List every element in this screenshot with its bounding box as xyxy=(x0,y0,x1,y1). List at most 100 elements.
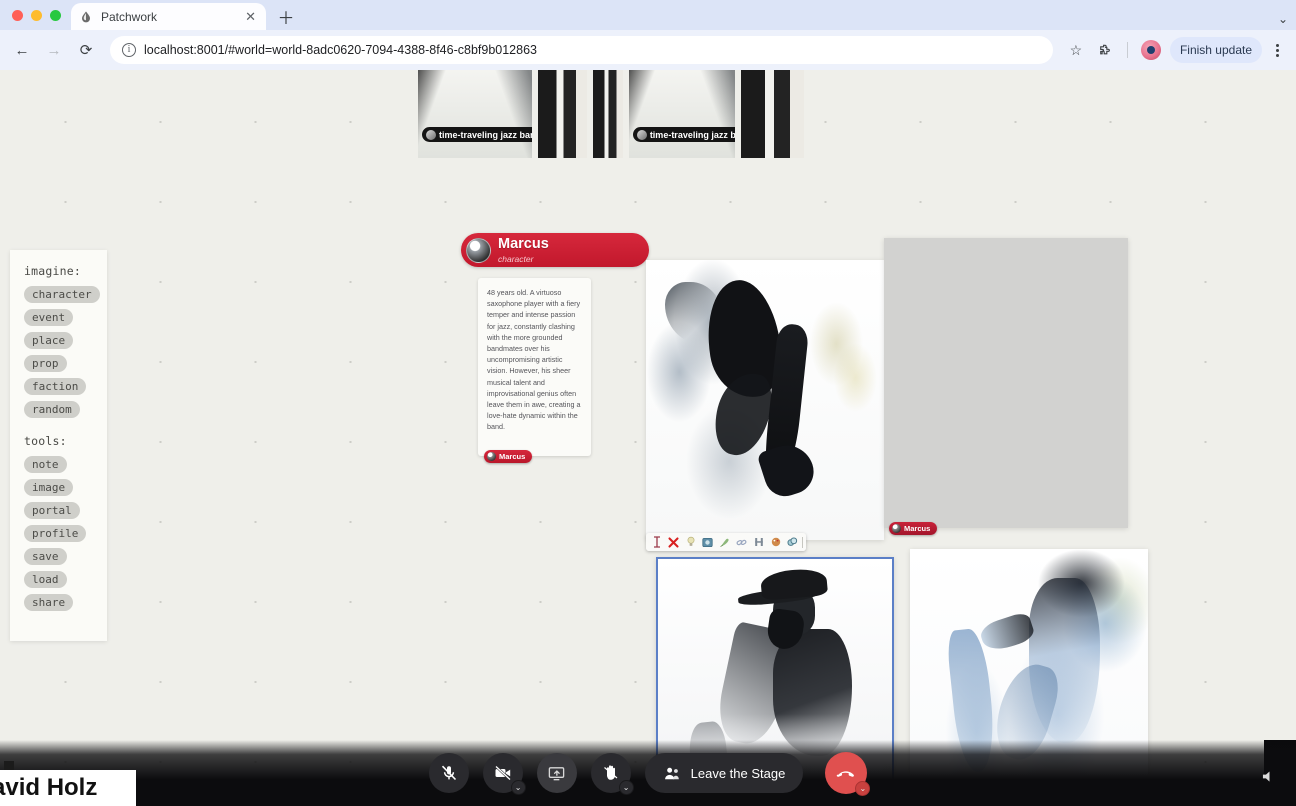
columns-icon[interactable] xyxy=(751,535,766,550)
thumbnail-tile[interactable]: time-traveling jazz band xyxy=(418,70,532,158)
patchwork-drop-icon xyxy=(79,10,93,24)
thumbnail-tile[interactable] xyxy=(538,70,587,158)
participant-thumbnail-strip: time-traveling jazz band time-traveling … xyxy=(418,70,804,158)
character-card-marcus[interactable]: Marcus character 48 years old. A virtuos… xyxy=(461,233,649,267)
character-card-header[interactable]: Marcus character xyxy=(461,233,649,267)
thumbnail-tile[interactable] xyxy=(741,70,804,158)
end-call-button[interactable]: ⌄ xyxy=(825,752,867,794)
status-badge: Marcus xyxy=(889,522,937,535)
paintbrush-icon[interactable] xyxy=(717,535,732,550)
image-frame-icon[interactable] xyxy=(700,535,715,550)
lightbulb-icon[interactable] xyxy=(683,535,698,550)
camera-muted-icon[interactable]: ⌄ xyxy=(483,753,523,793)
delete-x-icon[interactable] xyxy=(666,535,681,550)
status-badge-label: Marcus xyxy=(904,524,930,533)
character-card-titles: Marcus character xyxy=(498,237,549,263)
character-name: Marcus xyxy=(498,237,549,252)
thumbnail-label-text: time-traveling jazz band xyxy=(439,130,532,140)
window-maximize-button[interactable] xyxy=(50,10,61,21)
chevron-down-icon[interactable]: ⌄ xyxy=(619,780,634,795)
finish-update-button[interactable]: Finish update xyxy=(1170,37,1262,63)
close-icon[interactable]: ✕ xyxy=(243,10,258,23)
finish-update-label: Finish update xyxy=(1180,43,1252,57)
status-badge-label: Marcus xyxy=(499,452,525,461)
avatar xyxy=(637,130,647,140)
palette-icon[interactable] xyxy=(768,535,783,550)
status-badge: Marcus xyxy=(484,450,532,463)
chevron-down-icon[interactable]: ⌄ xyxy=(1278,12,1288,26)
window-close-button[interactable] xyxy=(12,10,23,21)
leave-stage-label: Leave the Stage xyxy=(691,766,786,781)
raise-hand-icon[interactable]: ⌄ xyxy=(591,753,631,793)
text-cursor-icon[interactable] xyxy=(649,535,664,550)
browser-tab[interactable]: Patchwork ✕ xyxy=(71,3,266,30)
share-screen-icon[interactable] xyxy=(537,753,577,793)
tab-title: Patchwork xyxy=(101,10,235,24)
artwork-saxophone-ink-wash-color[interactable] xyxy=(646,260,884,540)
avatar xyxy=(892,524,901,533)
avatar xyxy=(426,130,436,140)
thumbnail-tile[interactable]: time-traveling jazz band xyxy=(629,70,735,158)
address-bar[interactable]: i localhost:8001/#world=world-8adc0620-7… xyxy=(110,36,1053,64)
tool-panel: imagine: character event place prop fact… xyxy=(10,250,107,641)
tools-group: tools: note image portal profile save lo… xyxy=(10,434,107,614)
thumbnail-label: time-traveling jazz band xyxy=(633,127,735,142)
duplicate-icon[interactable] xyxy=(785,535,800,550)
browser-window: Patchwork ✕ ＋ ⌄ ← → ⟳ i localhost:8001/#… xyxy=(0,0,1296,806)
info-circle-icon[interactable]: i xyxy=(122,43,136,57)
tool-portal-button[interactable]: portal xyxy=(24,502,80,519)
imagine-place-button[interactable]: place xyxy=(24,332,73,349)
tool-save-button[interactable]: save xyxy=(24,548,67,565)
character-description: 48 years old. A virtuoso saxophone playe… xyxy=(487,287,582,433)
imagine-heading: imagine: xyxy=(10,264,107,283)
arrow-left-icon[interactable]: ← xyxy=(8,36,36,64)
puzzle-icon[interactable] xyxy=(1093,37,1119,63)
tool-load-button[interactable]: load xyxy=(24,571,67,588)
profile-avatar-icon[interactable] xyxy=(1141,40,1161,60)
speaker-icon[interactable] xyxy=(1261,769,1278,784)
element-edit-toolbar[interactable] xyxy=(646,533,806,551)
star-icon[interactable]: ☆ xyxy=(1063,37,1089,63)
artwork-image-placeholder-loading[interactable]: Marcus xyxy=(884,238,1128,528)
chevron-down-icon[interactable]: ⌄ xyxy=(511,780,526,795)
imagine-character-button[interactable]: character xyxy=(24,286,100,303)
thumbnail-label: time-traveling jazz band xyxy=(422,127,532,142)
thumbnail-tile[interactable] xyxy=(593,70,623,158)
avatar xyxy=(487,452,496,461)
tools-heading: tools: xyxy=(10,434,107,453)
call-control-bar: ⌄ ⌄ xyxy=(0,740,1296,806)
tool-profile-button[interactable]: profile xyxy=(24,525,86,542)
link-icon[interactable] xyxy=(734,535,749,550)
tab-strip: Patchwork ✕ ＋ ⌄ xyxy=(0,0,1296,30)
presenter-name: avid Holz xyxy=(0,774,97,802)
page-viewport: time-traveling jazz band time-traveling … xyxy=(0,70,1296,806)
kebab-menu-icon[interactable] xyxy=(1266,44,1288,57)
browser-toolbar: ← → ⟳ i localhost:8001/#world=world-8adc… xyxy=(0,30,1296,70)
toolbar-divider xyxy=(1127,42,1128,58)
imagine-event-button[interactable]: event xyxy=(24,309,73,326)
imagine-prop-button[interactable]: prop xyxy=(24,355,67,372)
leave-stage-button[interactable]: Leave the Stage xyxy=(645,753,804,793)
window-traffic-lights xyxy=(8,0,71,30)
arrow-right-icon[interactable]: → xyxy=(40,36,68,64)
presenter-tag xyxy=(4,761,14,770)
url-text: localhost:8001/#world=world-8adc0620-709… xyxy=(144,43,537,57)
reload-icon[interactable]: ⟳ xyxy=(72,36,100,64)
imagine-faction-button[interactable]: faction xyxy=(24,378,86,395)
presenter-name-overlay: avid Holz xyxy=(0,770,136,806)
avatar xyxy=(466,238,491,263)
window-minimize-button[interactable] xyxy=(31,10,42,21)
tool-note-button[interactable]: note xyxy=(24,456,67,473)
mic-muted-icon[interactable] xyxy=(429,753,469,793)
toolbar-divider xyxy=(802,537,803,548)
plus-icon[interactable]: ＋ xyxy=(272,2,300,30)
character-description-box[interactable]: 48 years old. A virtuoso saxophone playe… xyxy=(478,278,591,456)
thumbnail-label-text: time-traveling jazz band xyxy=(650,130,735,140)
imagine-group: imagine: character event place prop fact… xyxy=(10,264,107,421)
chevron-down-icon[interactable]: ⌄ xyxy=(855,781,870,796)
tool-image-button[interactable]: image xyxy=(24,479,73,496)
tool-share-button[interactable]: share xyxy=(24,594,73,611)
people-icon xyxy=(663,764,682,783)
character-type: character xyxy=(498,255,549,264)
imagine-random-button[interactable]: random xyxy=(24,401,80,418)
